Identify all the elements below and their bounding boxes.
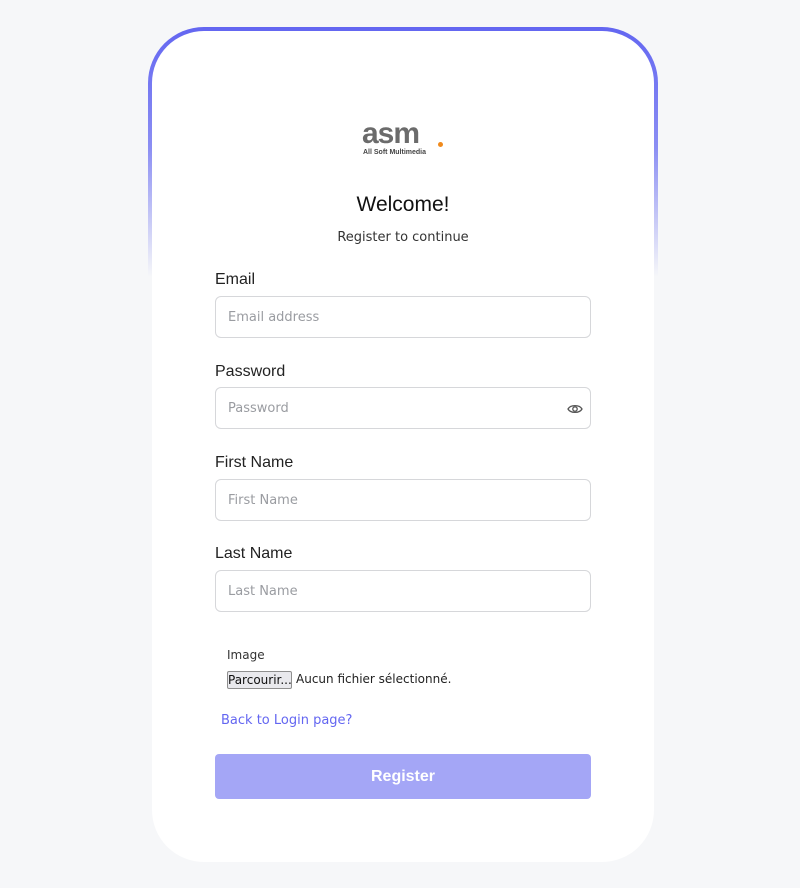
logo-word: asm — [362, 117, 420, 150]
back-to-login-link[interactable]: Back to Login page? — [221, 713, 352, 728]
logo-tagline: All Soft Multimedia — [363, 149, 426, 156]
page-title: Welcome! — [356, 193, 450, 216]
file-browse-button[interactable]: Parcourir... — [227, 671, 292, 689]
register-button[interactable]: Register — [215, 754, 591, 799]
password-field[interactable] — [215, 387, 591, 429]
first-name-field[interactable] — [215, 479, 591, 521]
asm-logo: asm All Soft Multimedia — [362, 117, 444, 160]
password-label: Password — [215, 363, 286, 380]
image-label: Image — [227, 648, 265, 662]
logo-dot — [438, 142, 443, 147]
page-subtitle: Register to continue — [337, 230, 469, 245]
email-field[interactable] — [215, 296, 591, 338]
file-status-text: Aucun fichier sélectionné. — [296, 672, 452, 686]
first-name-label: First Name — [215, 454, 294, 471]
eye-icon[interactable] — [567, 401, 583, 415]
email-label: Email — [215, 271, 256, 288]
last-name-label: Last Name — [215, 545, 293, 562]
last-name-field[interactable] — [215, 570, 591, 612]
